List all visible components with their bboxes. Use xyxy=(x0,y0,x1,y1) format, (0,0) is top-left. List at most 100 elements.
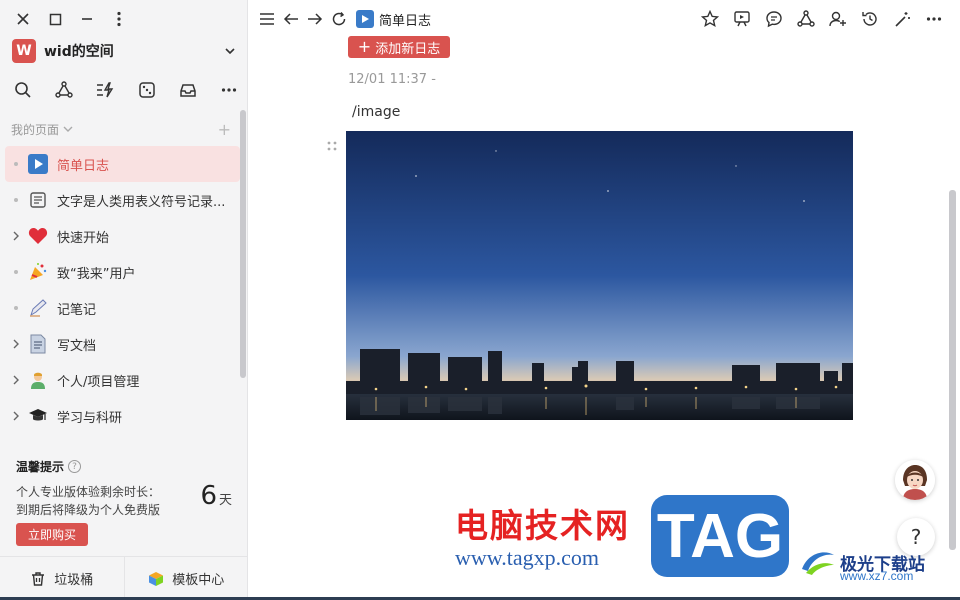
sidebar: W wid的空间 我的页面 + 简单日志文字是人类用表义符号记录... 快速开始致… xyxy=(0,0,248,600)
bullet-icon xyxy=(5,270,27,274)
heart-icon xyxy=(27,225,49,247)
lightning-list-icon[interactable] xyxy=(94,79,116,101)
play-icon xyxy=(356,10,374,28)
sidebar-item[interactable]: 记笔记 xyxy=(5,290,240,326)
dice-icon[interactable] xyxy=(136,79,158,101)
page-tree: 简单日志文字是人类用表义符号记录... 快速开始致“我来”用户 记笔记写文档个人/项… xyxy=(5,146,240,448)
sidebar-footer: 垃圾桶 模板中心 xyxy=(0,556,248,600)
more-horizontal-icon[interactable] xyxy=(218,79,240,101)
chevron-right-icon[interactable] xyxy=(5,375,27,385)
sidebar-scrollbar[interactable] xyxy=(240,110,246,378)
watermark-jg: 极光下载站 www.xz7.com xyxy=(800,547,925,583)
sidebar-item[interactable]: 简单日志 xyxy=(5,146,240,182)
help-circle-icon[interactable]: ? xyxy=(68,460,82,473)
chevron-down-icon xyxy=(225,48,235,55)
sidebar-item[interactable]: 学习与科研 xyxy=(5,398,240,434)
menu-icon[interactable] xyxy=(258,10,276,28)
trash-icon xyxy=(32,571,45,586)
sidebar-item[interactable]: 致“我来”用户 xyxy=(5,254,240,290)
workspace-name: wid的空间 xyxy=(44,44,114,60)
play-icon xyxy=(27,153,49,175)
drag-handle-icon[interactable] xyxy=(326,140,338,152)
add-user-icon[interactable] xyxy=(828,9,848,29)
window-controls xyxy=(14,9,128,29)
tip-title: 温馨提示 ? xyxy=(16,458,232,475)
log-timestamp: 12/01 11:37 - xyxy=(348,72,436,87)
template-center-label: 模板中心 xyxy=(172,573,225,588)
sidebar-item-label: 快速开始 xyxy=(57,230,110,246)
sidebar-item-label: 记笔记 xyxy=(57,302,97,318)
sidebar-item[interactable]: 个人/项目管理 xyxy=(5,362,240,398)
star-icon[interactable] xyxy=(700,9,720,29)
sidebar-item[interactable]: 写文档 xyxy=(5,326,240,362)
add-log-label: 添加新日志 xyxy=(375,41,441,57)
chevron-right-icon[interactable] xyxy=(5,231,27,241)
more-horizontal-icon[interactable] xyxy=(924,9,944,29)
sidebar-item-label: 简单日志 xyxy=(57,158,110,174)
graph-icon[interactable] xyxy=(53,79,75,101)
trash-label: 垃圾桶 xyxy=(54,573,94,588)
top-bar: 简单日志 xyxy=(248,0,960,38)
more-vertical-icon[interactable] xyxy=(110,9,128,29)
watermark-jg-url: www.xz7.com xyxy=(840,569,914,583)
refresh-icon[interactable] xyxy=(330,10,348,28)
sidebar-item-label: 写文档 xyxy=(57,338,97,354)
aurora-logo-icon xyxy=(802,552,834,575)
cube-icon xyxy=(149,571,164,586)
plus-icon: + xyxy=(357,37,372,56)
add-log-button[interactable]: + 添加新日志 xyxy=(348,36,450,58)
trash-button[interactable]: 垃圾桶 xyxy=(0,557,124,600)
sidebar-item[interactable]: 快速开始 xyxy=(5,218,240,254)
document-icon xyxy=(27,189,49,211)
sidebar-item-label: 学习与科研 xyxy=(57,410,123,426)
tip-title-text: 温馨提示 xyxy=(16,460,65,474)
my-pages-title: 我的页面 xyxy=(11,122,60,137)
my-pages-header[interactable]: 我的页面 + xyxy=(11,120,231,139)
trial-days: 6 天 xyxy=(200,481,232,511)
chevron-right-icon[interactable] xyxy=(5,339,27,349)
maximize-icon[interactable] xyxy=(46,9,64,29)
trial-days-value: 6 xyxy=(200,481,217,511)
person-icon xyxy=(27,369,49,391)
minimize-icon[interactable] xyxy=(78,9,96,29)
watermark-tag-logo: TAG xyxy=(651,495,789,577)
add-page-icon[interactable]: + xyxy=(218,120,231,139)
tip-body: 个人专业版体验剩余时长： 到期后将降级为个人免费版 6 天 xyxy=(16,481,232,519)
graph-icon[interactable] xyxy=(796,9,816,29)
pen-icon xyxy=(27,297,49,319)
trial-tip: 温馨提示 ? 个人专业版体验剩余时长： 到期后将降级为个人免费版 6 天 立即购… xyxy=(0,450,248,550)
sidebar-item-label: 致“我来”用户 xyxy=(57,266,136,282)
nav-controls xyxy=(258,10,348,28)
watermark: 电脑技术网 www.tagxp.com TAG 极光下载站 www.xz7.co… xyxy=(455,495,955,600)
bullet-icon xyxy=(5,306,27,310)
template-center-button[interactable]: 模板中心 xyxy=(123,557,249,600)
presentation-icon[interactable] xyxy=(732,9,752,29)
trial-days-unit: 天 xyxy=(218,493,232,508)
graduation-cap-icon xyxy=(27,405,49,427)
chevron-down-icon xyxy=(63,126,73,132)
history-icon[interactable] xyxy=(860,9,880,29)
magic-wand-icon[interactable] xyxy=(892,9,912,29)
buy-now-button[interactable]: 立即购买 xyxy=(16,523,89,546)
comment-icon[interactable] xyxy=(764,9,784,29)
sidebar-item-label: 文字是人类用表义符号记录... xyxy=(57,194,226,210)
file-icon xyxy=(27,333,49,355)
watermark-cn-text: 电脑技术网 xyxy=(455,506,630,545)
bullet-icon xyxy=(5,198,27,202)
sidebar-toolbar xyxy=(12,79,240,101)
party-icon xyxy=(27,261,49,283)
breadcrumb[interactable]: 简单日志 xyxy=(356,10,431,29)
close-icon[interactable] xyxy=(14,9,32,29)
assistant-avatar[interactable] xyxy=(895,460,935,500)
sidebar-item-label: 个人/项目管理 xyxy=(57,374,140,390)
search-icon[interactable] xyxy=(12,79,34,101)
breadcrumb-title: 简单日志 xyxy=(379,13,432,29)
inbox-icon[interactable] xyxy=(177,79,199,101)
back-arrow-icon[interactable] xyxy=(282,10,300,28)
sidebar-item[interactable]: 文字是人类用表义符号记录... xyxy=(5,182,240,218)
forward-arrow-icon[interactable] xyxy=(306,10,324,28)
block-command-text[interactable]: /image xyxy=(352,104,400,120)
workspace-switcher[interactable]: W wid的空间 xyxy=(12,38,237,64)
city-skyline-image[interactable] xyxy=(346,131,853,420)
chevron-right-icon[interactable] xyxy=(5,411,27,421)
